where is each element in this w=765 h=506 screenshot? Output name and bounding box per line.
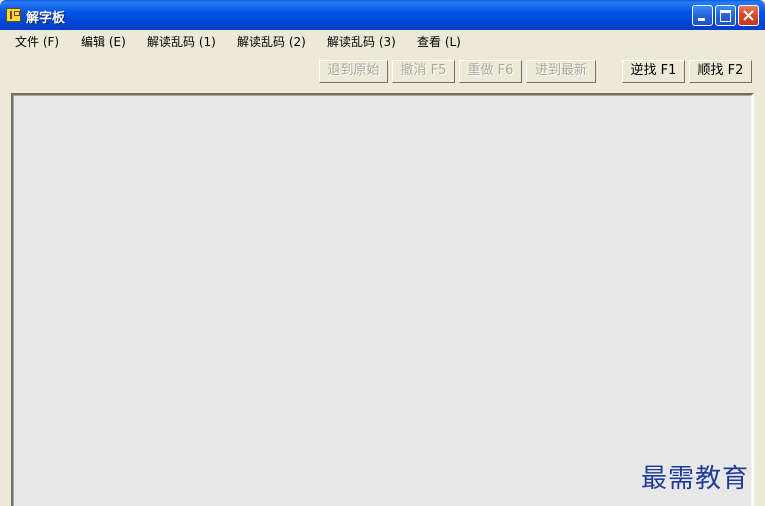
maximize-button[interactable]: [715, 5, 736, 26]
title-bar[interactable]: 解字板: [0, 0, 765, 30]
find-forward-button[interactable]: 顺找 F2: [689, 60, 752, 83]
menu-decode-3[interactable]: 解读乱码 (3): [327, 33, 396, 50]
app-icon[interactable]: [6, 8, 21, 22]
menu-edit[interactable]: 编辑 (E): [81, 33, 126, 50]
undo-button[interactable]: 撤消 F5: [392, 60, 455, 83]
revert-original-button[interactable]: 退到原始: [319, 60, 388, 83]
window-title: 解字板: [26, 11, 66, 26]
text-editor-content[interactable]: [13, 95, 752, 506]
menu-view[interactable]: 查看 (L): [417, 33, 461, 50]
menu-file[interactable]: 文件 (F): [15, 33, 59, 50]
main-window: 解字板 文件 (F) 编辑 (E) 解读乱码 (1) 解读乱码 (2) 解读乱码…: [0, 0, 765, 506]
toolbar: 退到原始 撤消 F5 重做 F6 进到最新 逆找 F1 顺找 F2: [0, 50, 765, 92]
menu-decode-2[interactable]: 解读乱码 (2): [237, 33, 306, 50]
menu-decode-1[interactable]: 解读乱码 (1): [147, 33, 216, 50]
menu-bar: 文件 (F) 编辑 (E) 解读乱码 (1) 解读乱码 (2) 解读乱码 (3)…: [0, 30, 765, 50]
go-latest-button[interactable]: 进到最新: [526, 60, 596, 83]
minimize-button[interactable]: [692, 5, 713, 26]
redo-button[interactable]: 重做 F6: [459, 60, 522, 83]
close-button[interactable]: [738, 5, 759, 26]
find-reverse-button[interactable]: 逆找 F1: [622, 60, 685, 83]
watermark-text: 最需教育: [641, 464, 750, 494]
close-icon: [743, 10, 754, 21]
text-editor[interactable]: [11, 93, 754, 506]
